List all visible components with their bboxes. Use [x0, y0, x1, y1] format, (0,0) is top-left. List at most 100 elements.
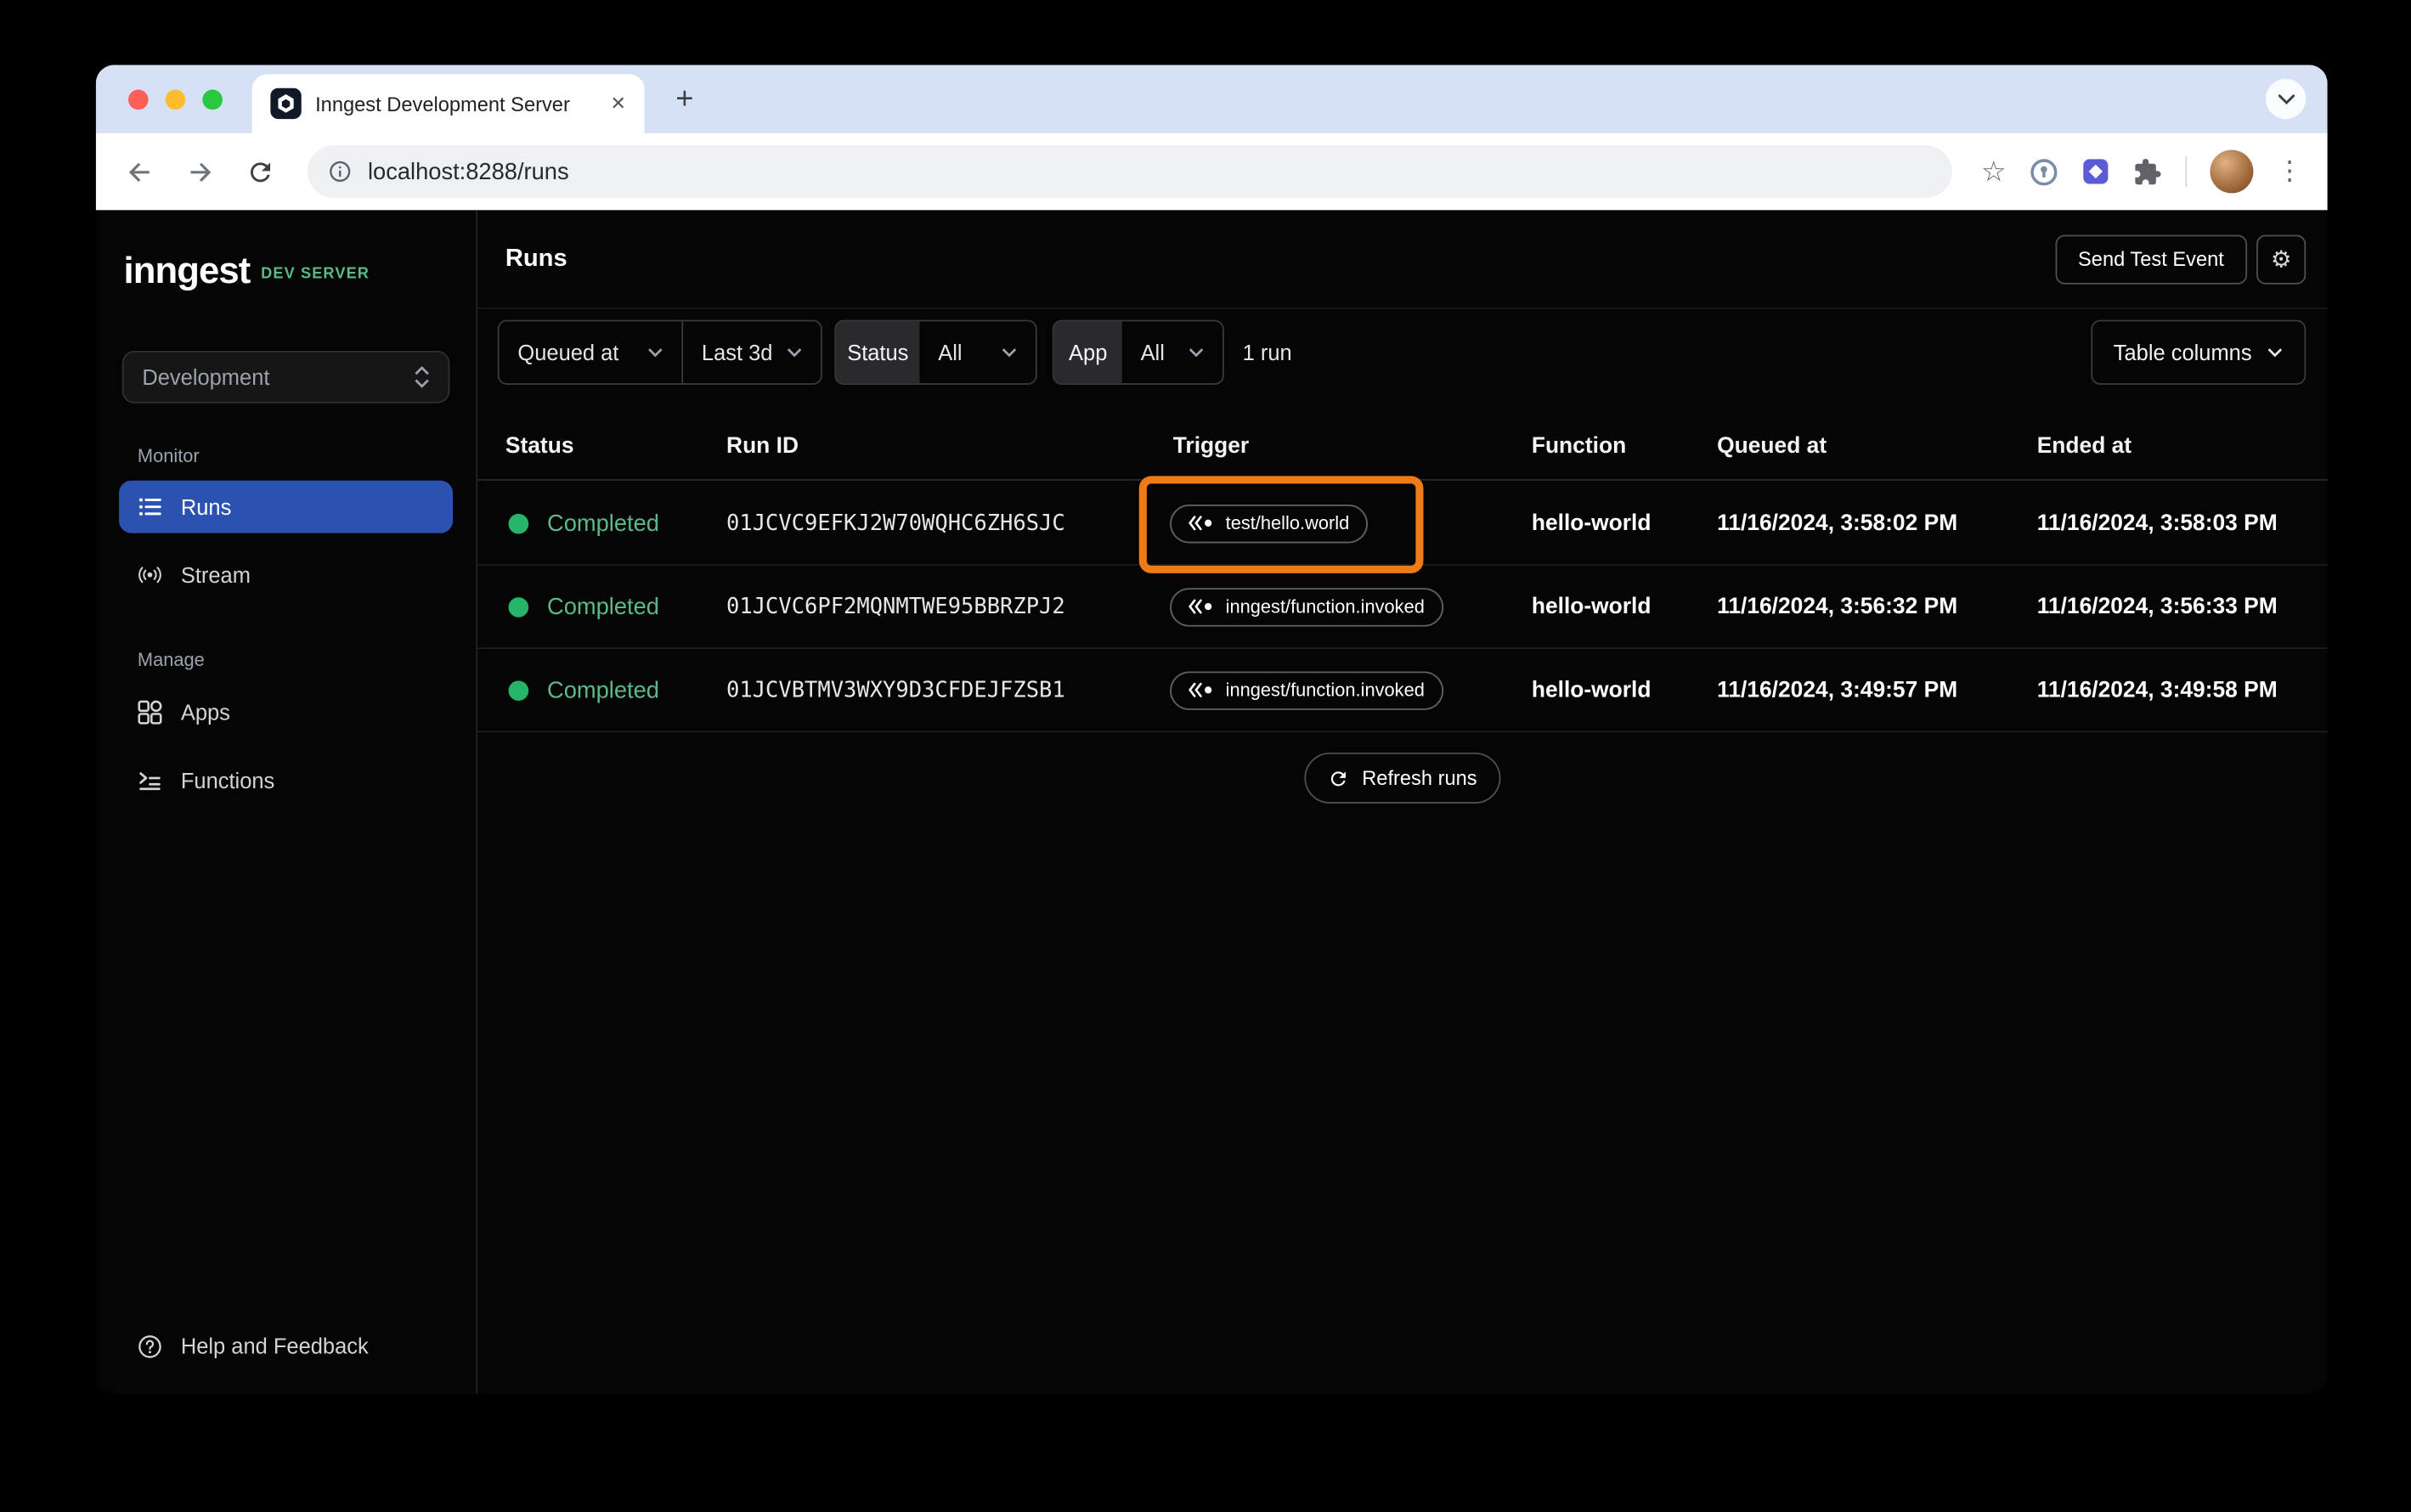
close-tab-icon[interactable]: ✕ [610, 93, 625, 114]
page-title: Runs [505, 245, 567, 272]
browser-window: Inngest Development Server ✕ + localhost… [95, 65, 2328, 1394]
trigger-name: test/hello.world [1225, 512, 1350, 534]
settings-gear-icon[interactable]: ⚙ [2256, 234, 2307, 284]
functions-icon [138, 768, 162, 793]
new-tab-button[interactable]: + [664, 79, 704, 119]
col-function: Function [1531, 433, 1627, 459]
updown-chevron-icon [415, 364, 430, 389]
run-id[interactable]: 01JCVBTMV3WXY9D3CFDEJFZSB1 [726, 678, 1065, 702]
extension-icon-2[interactable] [2081, 158, 2109, 186]
trigger-name: inngest/function.invoked [1225, 595, 1425, 618]
sidebar-item-label: Functions [180, 768, 275, 793]
ended-at: 11/16/2024, 3:49:58 PM [2036, 677, 2278, 702]
refresh-runs-label: Refresh runs [1362, 766, 1477, 790]
time-range-label: Last 3d [701, 340, 773, 365]
browser-toolbar: localhost:8288/runs ☆ ⋮ [95, 133, 2328, 211]
profile-avatar[interactable] [2210, 150, 2254, 194]
help-icon [138, 1334, 162, 1358]
sidebar-item-functions[interactable]: Functions [119, 754, 453, 807]
trigger-badge[interactable]: inngest/function.invoked [1170, 587, 1443, 626]
environment-select[interactable]: Development [121, 350, 450, 403]
reload-icon[interactable] [241, 153, 279, 190]
status-dot [508, 596, 529, 617]
monitor-section-label: Monitor [137, 444, 200, 467]
table-row[interactable]: Completed 01JCVC9EFKJ2W70WQHC6ZH6SJC tes… [477, 482, 2328, 566]
table-columns-label: Table columns [2113, 340, 2252, 365]
col-ended: Ended at [2036, 433, 2132, 459]
queued-at-filter[interactable]: Queued at [500, 321, 682, 383]
url-bar[interactable]: localhost:8288/runs [308, 145, 1952, 198]
event-icon [1189, 682, 1212, 697]
manage-section-label: Manage [137, 649, 205, 671]
apps-icon [138, 700, 162, 725]
queued-at: 11/16/2024, 3:58:02 PM [1717, 511, 1958, 536]
inngest-app: inngest DEV SERVER Development Monitor R… [95, 210, 2328, 1394]
help-and-feedback[interactable]: Help and Feedback [119, 1320, 453, 1373]
status-filter-group: Status All [834, 319, 1037, 385]
runs-icon [138, 494, 162, 519]
inngest-logo: inngest [123, 250, 251, 292]
fullscreen-window-button[interactable] [202, 89, 223, 110]
run-count: 1 run [1242, 340, 1292, 365]
extension-icon-1[interactable] [2030, 157, 2059, 187]
function-name[interactable]: hello-world [1532, 678, 1652, 702]
queued-at: 11/16/2024, 3:56:32 PM [1717, 594, 1958, 619]
tab-strip: Inngest Development Server ✕ + [95, 65, 2328, 133]
trigger-badge[interactable]: test/hello.world [1170, 504, 1369, 543]
table-columns-button[interactable]: Table columns [2090, 319, 2307, 385]
status-filter-label: Status [836, 321, 920, 384]
extensions-puzzle-icon[interactable] [2132, 157, 2162, 187]
ended-at: 11/16/2024, 3:58:03 PM [2036, 511, 2278, 536]
forward-icon[interactable] [181, 153, 218, 190]
logo-row: inngest DEV SERVER [124, 251, 370, 294]
screenshot-stage: Inngest Development Server ✕ + localhost… [0, 0, 2411, 1512]
bookmark-star-icon[interactable]: ☆ [1981, 158, 2006, 186]
sidebar-item-runs[interactable]: Runs [119, 480, 454, 533]
url-text[interactable]: localhost:8288/runs [368, 158, 569, 184]
run-status: Completed [546, 510, 659, 537]
sidebar-item-label: Apps [180, 700, 230, 725]
trigger-name: inngest/function.invoked [1225, 679, 1425, 702]
browser-menu-icon[interactable]: ⋮ [2277, 156, 2303, 187]
send-test-event-button[interactable]: Send Test Event [2054, 234, 2248, 284]
time-range-filter[interactable]: Last 3d [683, 321, 821, 383]
trigger-badge[interactable]: inngest/function.invoked [1170, 670, 1443, 710]
status-filter-value[interactable]: All [919, 321, 1035, 383]
close-window-button[interactable] [127, 89, 149, 110]
function-name[interactable]: hello-world [1532, 511, 1652, 535]
event-icon [1189, 599, 1212, 614]
table-row[interactable]: Completed 01JCVC6PF2MQNMTWE95BBRZPJ2 inn… [477, 566, 2328, 650]
col-queued: Queued at [1717, 433, 1827, 459]
sidebar-item-label: Runs [180, 494, 232, 520]
help-label: Help and Feedback [180, 1333, 369, 1359]
minimize-window-button[interactable] [165, 89, 186, 110]
queued-at: 11/16/2024, 3:49:57 PM [1717, 677, 1958, 702]
queued-at-label: Queued at [517, 340, 619, 365]
app-filter-value[interactable]: All [1122, 321, 1222, 383]
time-filter-group: Queued at Last 3d [497, 319, 822, 385]
refresh-runs-button[interactable]: Refresh runs [1304, 752, 1501, 804]
status-dot [508, 680, 529, 701]
stream-icon [138, 562, 162, 587]
sidebar-item-stream[interactable]: Stream [119, 549, 453, 601]
run-id[interactable]: 01JCVC9EFKJ2W70WQHC6ZH6SJC [726, 511, 1065, 535]
main-header: Runs Send Test Event ⚙ [477, 210, 2328, 309]
browser-tab[interactable]: Inngest Development Server ✕ [251, 74, 645, 133]
dev-server-badge: DEV SERVER [261, 264, 370, 283]
app-filter-group: App All [1052, 319, 1224, 385]
tab-title: Inngest Development Server [315, 92, 570, 116]
refresh-icon [1331, 770, 1347, 786]
function-name[interactable]: hello-world [1532, 594, 1652, 618]
col-run-id: Run ID [726, 433, 799, 459]
status-value-label: All [938, 340, 963, 365]
back-icon[interactable] [121, 153, 158, 190]
table-row[interactable]: Completed 01JCVBTMV3WXY9D3CFDEJFZSB1 inn… [477, 649, 2328, 733]
site-info-icon[interactable] [328, 159, 353, 183]
inngest-favicon-icon [270, 87, 302, 120]
main-content: Runs Send Test Event ⚙ Queued at Last 3d [477, 210, 2328, 1394]
event-icon [1189, 516, 1212, 531]
run-id[interactable]: 01JCVC6PF2MQNMTWE95BBRZPJ2 [726, 594, 1065, 618]
toolbar-divider [2185, 155, 2188, 188]
tab-search-chevron-icon[interactable] [2265, 78, 2307, 120]
sidebar-item-apps[interactable]: Apps [119, 686, 453, 739]
